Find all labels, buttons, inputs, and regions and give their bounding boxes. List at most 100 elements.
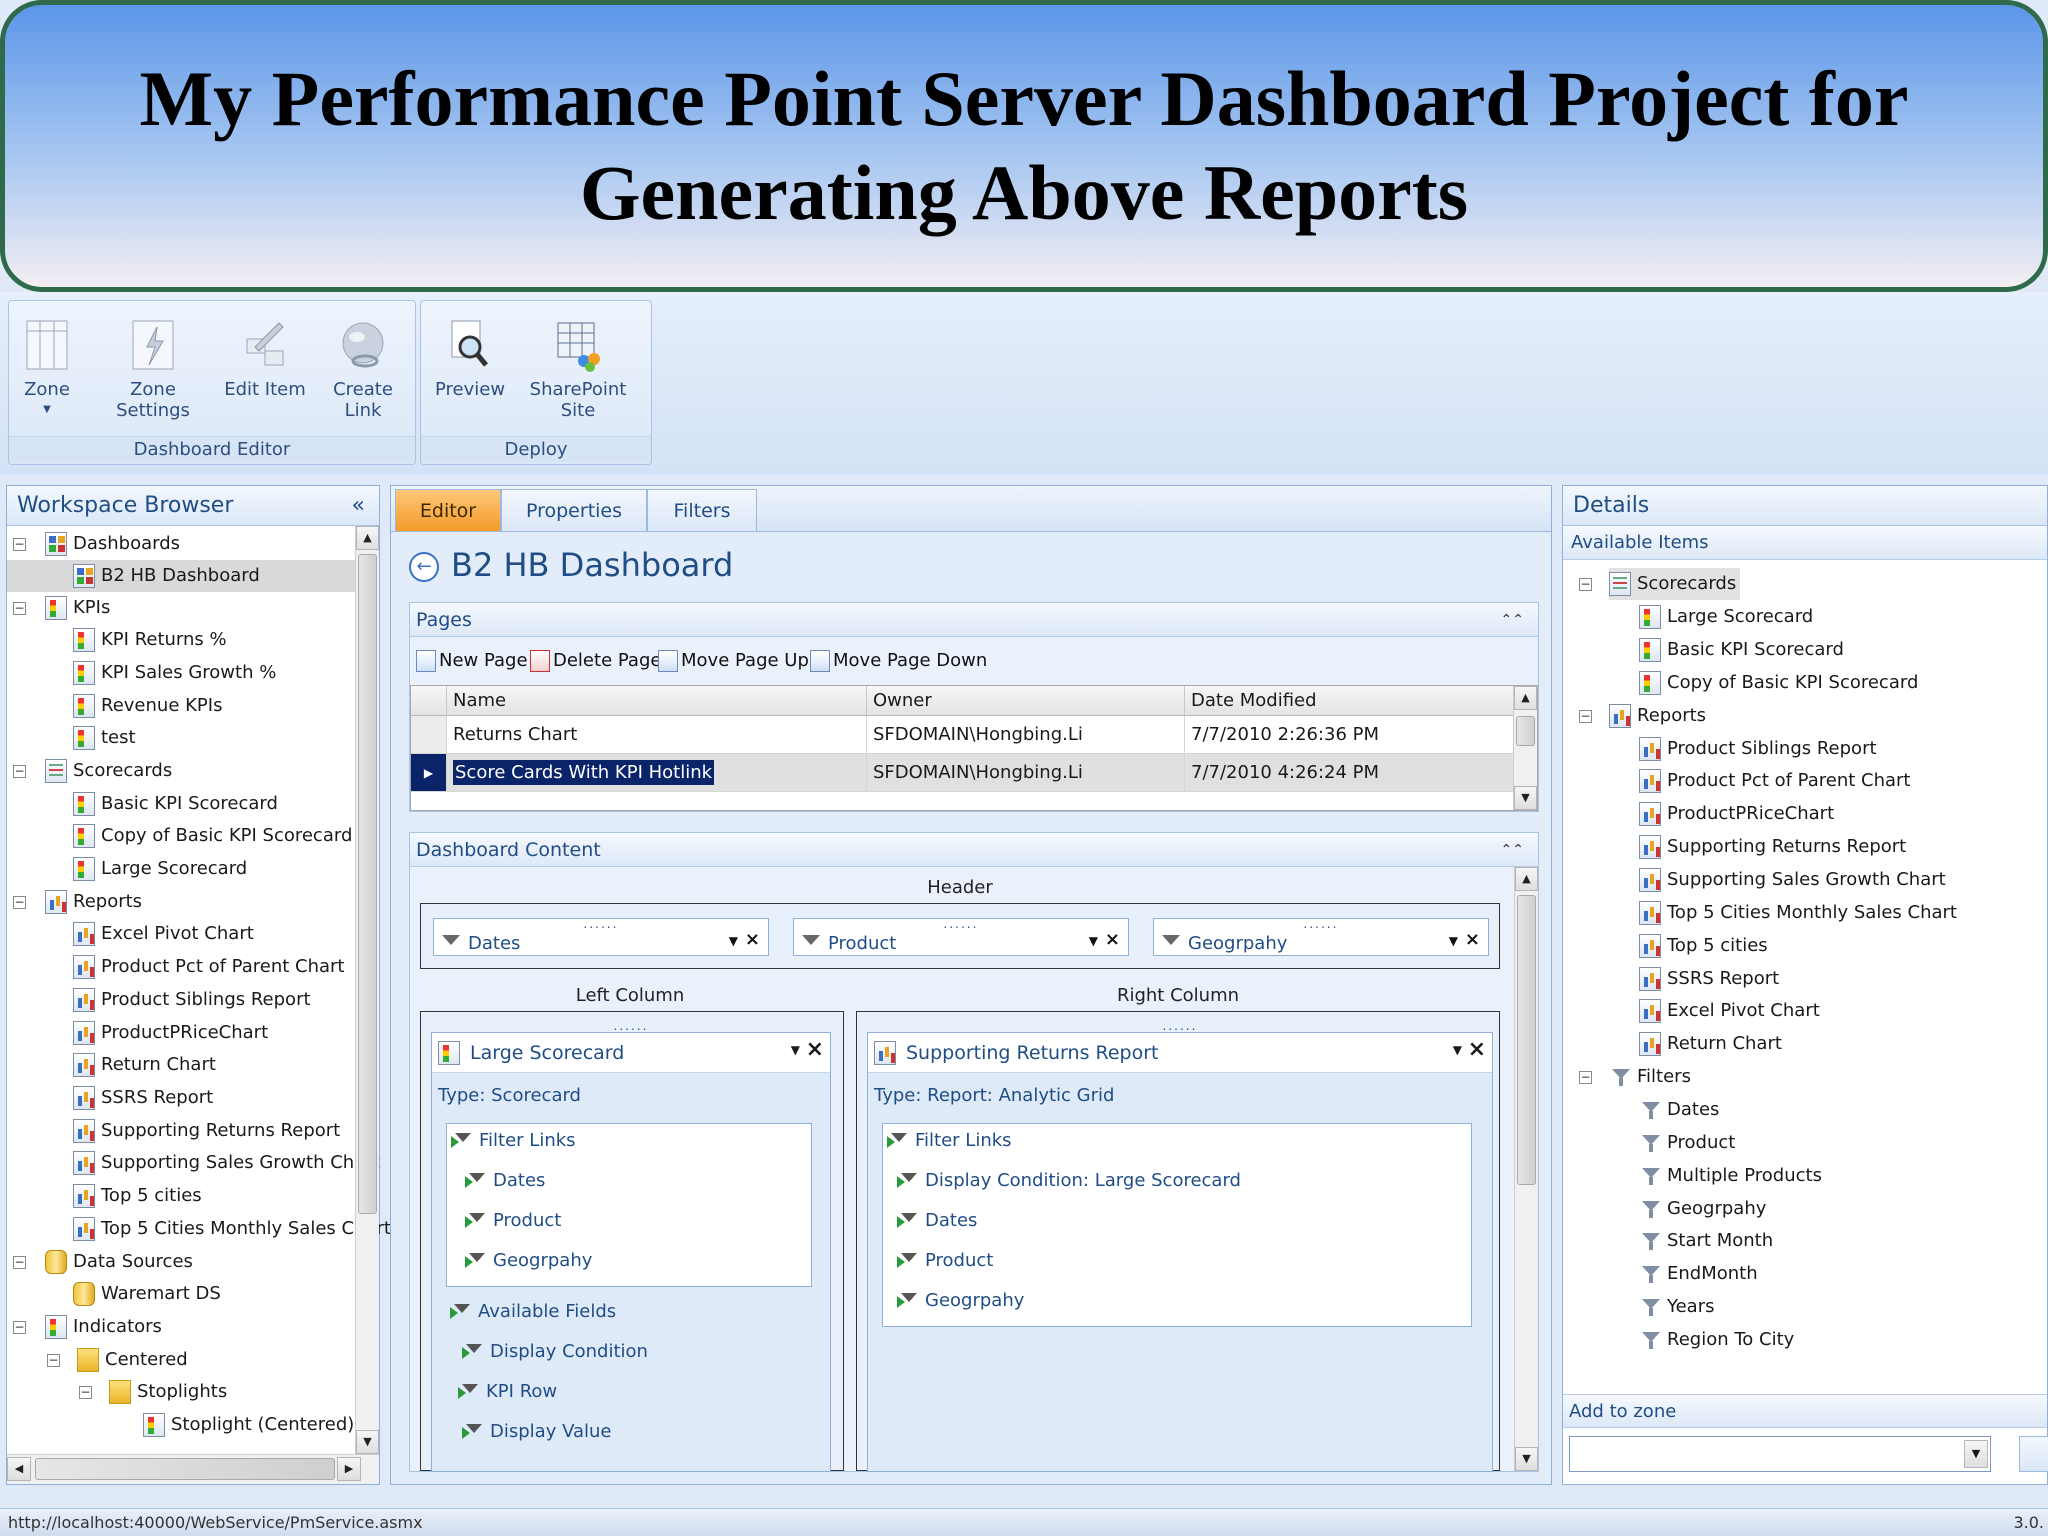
- left-column-zone[interactable]: ...... Large Scorecard ▼ × Type: Scoreca…: [420, 1011, 844, 1472]
- right-column-zone[interactable]: ...... Supporting Returns Report ▼ × Typ…: [856, 1011, 1500, 1472]
- zone-button[interactable]: Zone ▼: [21, 317, 73, 415]
- scroll-up-icon[interactable]: ▲: [1515, 867, 1538, 891]
- details-item-supporting-returns[interactable]: Supporting Returns Report: [1639, 831, 1906, 863]
- back-arrow-icon[interactable]: ←: [409, 552, 439, 582]
- tree-item-kpi-returns[interactable]: KPI Returns %: [73, 624, 227, 656]
- sharepoint-site-button[interactable]: SharePoint Site: [517, 317, 639, 421]
- details-item-filter-multiple-products[interactable]: Multiple Products: [1639, 1160, 1822, 1192]
- scroll-up-icon[interactable]: ▲: [356, 526, 379, 550]
- content-scrollbar[interactable]: ▲ ▼: [1514, 867, 1538, 1471]
- tab-properties[interactable]: Properties: [501, 489, 647, 531]
- scroll-right-icon[interactable]: ▶: [337, 1457, 361, 1481]
- workspace-hscrollbar[interactable]: ◀ ▶: [7, 1454, 379, 1484]
- tree-item-supporting-returns[interactable]: Supporting Returns Report: [73, 1115, 340, 1147]
- filter-link-geography[interactable]: Geogrpahy: [465, 1250, 592, 1271]
- field-display-value[interactable]: Display Value: [462, 1421, 612, 1442]
- field-display-condition[interactable]: Display Condition: [462, 1341, 648, 1362]
- details-item-copy-basic-kpi-scorecard[interactable]: Copy of Basic KPI Scorecard: [1639, 667, 1918, 699]
- collapse-toggle[interactable]: −: [1579, 710, 1592, 723]
- table-cell[interactable]: 7/7/2010 2:26:36 PM: [1185, 716, 1515, 754]
- scroll-thumb[interactable]: [1517, 895, 1536, 1185]
- details-item-ssrs-report[interactable]: SSRS Report: [1639, 963, 1779, 995]
- close-icon[interactable]: ×: [745, 929, 760, 950]
- details-item-supporting-sales-growth[interactable]: Supporting Sales Growth Chart: [1639, 864, 1946, 896]
- column-header-owner[interactable]: Owner: [867, 686, 1185, 716]
- table-cell-selected[interactable]: Score Cards With KPI Hotlink: [447, 754, 867, 792]
- collapse-toggle[interactable]: −: [13, 896, 26, 909]
- collapse-toggle[interactable]: −: [1579, 1071, 1592, 1084]
- table-cell[interactable]: SFDOMAIN\Hongbing.Li: [867, 716, 1185, 754]
- collapse-toggle[interactable]: −: [13, 1321, 26, 1334]
- scroll-thumb[interactable]: [358, 554, 377, 1214]
- header-filter-dates[interactable]: ...... Dates ▼ ×: [433, 917, 769, 956]
- filter-link-dates[interactable]: Dates: [465, 1170, 545, 1191]
- zone-item-supporting-returns-report[interactable]: ...... Supporting Returns Report ▼ × Typ…: [867, 1019, 1493, 1472]
- collapse-panel-button[interactable]: «: [352, 486, 365, 526]
- add-to-zone-select[interactable]: ▼: [1569, 1436, 1991, 1472]
- tree-item-copy-basic-kpi-scorecard[interactable]: Copy of Basic KPI Scorecard: [73, 820, 352, 852]
- tree-item-product-pct-parent[interactable]: Product Pct of Parent Chart: [73, 951, 344, 983]
- details-item-filter-product[interactable]: Product: [1639, 1127, 1735, 1159]
- edit-item-button[interactable]: Edit Item: [223, 317, 307, 400]
- tree-item-indicators[interactable]: Indicators: [45, 1311, 162, 1343]
- new-page-button[interactable]: New Page: [416, 645, 528, 677]
- collapse-toggle[interactable]: −: [79, 1386, 92, 1399]
- chevron-down-icon[interactable]: ▼: [1964, 1440, 1988, 1468]
- details-item-large-scorecard[interactable]: Large Scorecard: [1639, 601, 1813, 633]
- tree-item-dashboards[interactable]: Dashboards: [45, 528, 180, 560]
- filter-link-dates[interactable]: Dates: [897, 1210, 977, 1231]
- scroll-up-icon[interactable]: ▲: [1514, 686, 1537, 710]
- details-item-filters[interactable]: Filters: [1609, 1061, 1691, 1093]
- collapse-toggle[interactable]: −: [13, 1256, 26, 1269]
- column-header-date-modified[interactable]: Date Modified: [1185, 686, 1515, 716]
- details-item-product-siblings[interactable]: Product Siblings Report: [1639, 733, 1877, 765]
- header-filter-product[interactable]: ...... Product ▼ ×: [793, 917, 1129, 956]
- details-item-scorecards[interactable]: Scorecards: [1609, 568, 1741, 600]
- details-item-excel-pivot-chart[interactable]: Excel Pivot Chart: [1639, 995, 1820, 1027]
- row-selector-icon[interactable]: ▶: [411, 754, 447, 792]
- tree-item-kpi-sales-growth[interactable]: KPI Sales Growth %: [73, 657, 276, 689]
- pages-scrollbar[interactable]: ▲ ▼: [1513, 686, 1537, 810]
- details-item-productpricechart[interactable]: ProductPRiceChart: [1639, 798, 1834, 830]
- tree-item-top-5-cities[interactable]: Top 5 cities: [73, 1180, 202, 1212]
- details-item-filter-dates[interactable]: Dates: [1639, 1094, 1719, 1126]
- tab-filters[interactable]: Filters: [647, 489, 757, 531]
- tree-item-return-chart[interactable]: Return Chart: [73, 1049, 216, 1081]
- tree-item-productpricechart[interactable]: ProductPRiceChart: [73, 1017, 268, 1049]
- header-filter-geography[interactable]: ...... Geogrpahy ▼ ×: [1153, 917, 1489, 956]
- collapse-toggle[interactable]: −: [13, 602, 26, 615]
- table-cell[interactable]: Returns Chart: [447, 716, 867, 754]
- tree-item-supporting-sales-growth[interactable]: Supporting Sales Growth Chart: [73, 1147, 380, 1179]
- tree-item-b2-hb-dashboard[interactable]: B2 HB Dashboard: [73, 560, 260, 592]
- zone-settings-button[interactable]: Zone Settings: [93, 317, 213, 421]
- details-item-filter-region-to-city[interactable]: Region To City: [1639, 1324, 1794, 1356]
- close-icon[interactable]: ×: [1468, 1037, 1486, 1062]
- tree-item-waremart-ds[interactable]: Waremart DS: [73, 1278, 221, 1310]
- close-icon[interactable]: ×: [1465, 929, 1480, 950]
- collapse-section-icon[interactable]: ⌃⌃: [1501, 833, 1524, 867]
- details-item-filter-start-month[interactable]: Start Month: [1639, 1225, 1773, 1257]
- tree-item-kpis[interactable]: KPIs: [45, 592, 110, 624]
- hscroll-thumb[interactable]: [35, 1458, 335, 1480]
- field-kpi-row[interactable]: KPI Row: [458, 1381, 557, 1402]
- filter-link-geography[interactable]: Geogrpahy: [897, 1290, 1024, 1311]
- move-page-up-button[interactable]: Move Page Up: [658, 645, 809, 677]
- collapse-toggle[interactable]: −: [13, 538, 26, 551]
- tree-item-top-5-cities-monthly[interactable]: Top 5 Cities Monthly Sales Chart: [73, 1213, 391, 1245]
- details-item-basic-kpi-scorecard[interactable]: Basic KPI Scorecard: [1639, 634, 1844, 666]
- table-cell[interactable]: SFDOMAIN\Hongbing.Li: [867, 754, 1185, 792]
- move-page-down-button[interactable]: Move Page Down: [810, 645, 987, 677]
- tree-item-large-scorecard[interactable]: Large Scorecard: [73, 853, 247, 885]
- add-button[interactable]: [2019, 1436, 2048, 1472]
- tree-item-revenue-kpis[interactable]: Revenue KPIs: [73, 690, 222, 722]
- details-item-filter-endmonth[interactable]: EndMonth: [1639, 1258, 1758, 1290]
- chevron-down-icon[interactable]: ▼: [1453, 1043, 1462, 1057]
- tab-editor[interactable]: Editor: [395, 489, 501, 531]
- chevron-down-icon[interactable]: ▼: [1089, 934, 1098, 948]
- tree-item-scorecards[interactable]: Scorecards: [45, 755, 172, 787]
- delete-page-button[interactable]: Delete Page: [530, 645, 661, 677]
- header-zone[interactable]: ...... Dates ▼ × ...... Product ▼ × ...... Geog…: [420, 903, 1500, 969]
- tree-item-excel-pivot-chart[interactable]: Excel Pivot Chart: [73, 918, 254, 950]
- filter-link-product[interactable]: Product: [897, 1250, 993, 1271]
- collapse-toggle[interactable]: −: [13, 765, 26, 778]
